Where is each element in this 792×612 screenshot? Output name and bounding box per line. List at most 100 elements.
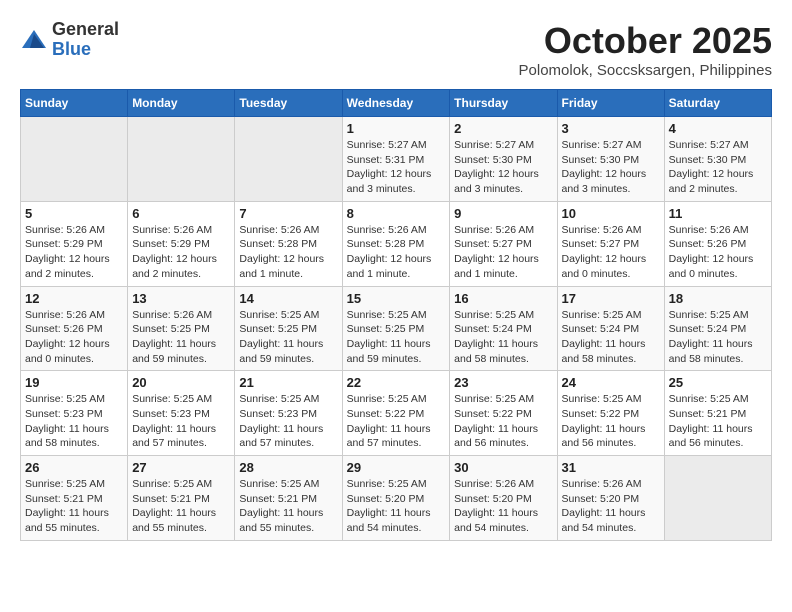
calendar-cell: 26 Sunrise: 5:25 AM Sunset: 5:21 PM Dayli… bbox=[21, 456, 128, 541]
col-sunday: Sunday bbox=[21, 90, 128, 117]
calendar-cell: 12 Sunrise: 5:26 AM Sunset: 5:26 PM Dayli… bbox=[21, 286, 128, 371]
day-info: Sunrise: 5:25 AM Sunset: 5:22 PM Dayligh… bbox=[562, 392, 660, 451]
logo-text: General Blue bbox=[52, 20, 119, 60]
calendar-cell: 14 Sunrise: 5:25 AM Sunset: 5:25 PM Dayli… bbox=[235, 286, 342, 371]
day-info: Sunrise: 5:25 AM Sunset: 5:21 PM Dayligh… bbox=[132, 477, 230, 536]
day-info: Sunrise: 5:26 AM Sunset: 5:20 PM Dayligh… bbox=[562, 477, 660, 536]
calendar-cell: 10 Sunrise: 5:26 AM Sunset: 5:27 PM Dayli… bbox=[557, 201, 664, 286]
calendar-cell: 29 Sunrise: 5:25 AM Sunset: 5:20 PM Dayli… bbox=[342, 456, 450, 541]
calendar-cell: 2Sunrise: 5:27 AM Sunset: 5:30 PM Daylig… bbox=[450, 117, 557, 202]
day-info: Sunrise: 5:25 AM Sunset: 5:21 PM Dayligh… bbox=[25, 477, 123, 536]
calendar-cell: 7Sunrise: 5:26 AM Sunset: 5:28 PM Daylig… bbox=[235, 201, 342, 286]
calendar-body: 1 Sunrise: 5:27 AM Sunset: 5:31 PM Daylig… bbox=[21, 117, 772, 541]
day-number: 22 bbox=[347, 375, 446, 390]
col-saturday: Saturday bbox=[664, 90, 771, 117]
day-info: Sunrise: 5:25 AM Sunset: 5:23 PM Dayligh… bbox=[239, 392, 337, 451]
calendar-cell: 30 Sunrise: 5:26 AM Sunset: 5:20 PM Dayli… bbox=[450, 456, 557, 541]
day-number: 14 bbox=[239, 291, 337, 306]
day-number: 5 bbox=[25, 206, 123, 221]
calendar-cell: 5 Sunrise: 5:26 AM Sunset: 5:29 PM Daylig… bbox=[21, 201, 128, 286]
day-number: 18 bbox=[669, 291, 767, 306]
calendar-week-3: 19 Sunrise: 5:25 AM Sunset: 5:23 PM Dayli… bbox=[21, 371, 772, 456]
day-number: 11 bbox=[669, 206, 767, 221]
day-number: 27 bbox=[132, 460, 230, 475]
day-info: Sunrise: 5:26 AM Sunset: 5:25 PM Dayligh… bbox=[132, 308, 230, 367]
page-header: General Blue October 2025 Polomolok, Soc… bbox=[20, 20, 772, 79]
calendar-cell: 3 Sunrise: 5:27 AM Sunset: 5:30 PM Daylig… bbox=[557, 117, 664, 202]
col-thursday: Thursday bbox=[450, 90, 557, 117]
calendar-cell: 20 Sunrise: 5:25 AM Sunset: 5:23 PM Dayli… bbox=[128, 371, 235, 456]
title-block: October 2025 Polomolok, Soccsksargen, Ph… bbox=[519, 20, 772, 79]
logo-blue: Blue bbox=[52, 39, 91, 59]
calendar-cell: 9 Sunrise: 5:26 AM Sunset: 5:27 PM Daylig… bbox=[450, 201, 557, 286]
day-info: Sunrise: 5:26 AM Sunset: 5:27 PM Dayligh… bbox=[454, 223, 552, 282]
day-info: Sunrise: 5:26 AM Sunset: 5:28 PM Dayligh… bbox=[347, 223, 446, 282]
day-number: 17 bbox=[562, 291, 660, 306]
day-number: 19 bbox=[25, 375, 123, 390]
day-info: Sunrise: 5:27 AM Sunset: 5:30 PM Dayligh… bbox=[454, 138, 552, 197]
day-number: 9 bbox=[454, 206, 552, 221]
day-info: Sunrise: 5:25 AM Sunset: 5:25 PM Dayligh… bbox=[239, 308, 337, 367]
day-number: 26 bbox=[25, 460, 123, 475]
day-number: 20 bbox=[132, 375, 230, 390]
day-number: 25 bbox=[669, 375, 767, 390]
logo-icon bbox=[20, 26, 48, 54]
logo-general: General bbox=[52, 19, 119, 39]
day-number: 21 bbox=[239, 375, 337, 390]
day-info: Sunrise: 5:26 AM Sunset: 5:29 PM Dayligh… bbox=[25, 223, 123, 282]
day-number: 1 bbox=[347, 121, 446, 136]
day-number: 4 bbox=[669, 121, 767, 136]
calendar-week-1: 5 Sunrise: 5:26 AM Sunset: 5:29 PM Daylig… bbox=[21, 201, 772, 286]
day-info: Sunrise: 5:25 AM Sunset: 5:20 PM Dayligh… bbox=[347, 477, 446, 536]
day-info: Sunrise: 5:25 AM Sunset: 5:23 PM Dayligh… bbox=[132, 392, 230, 451]
day-number: 28 bbox=[239, 460, 337, 475]
day-number: 24 bbox=[562, 375, 660, 390]
day-number: 13 bbox=[132, 291, 230, 306]
calendar-cell: 17 Sunrise: 5:25 AM Sunset: 5:24 PM Dayli… bbox=[557, 286, 664, 371]
calendar-cell: 22 Sunrise: 5:25 AM Sunset: 5:22 PM Dayli… bbox=[342, 371, 450, 456]
day-info: Sunrise: 5:26 AM Sunset: 5:26 PM Dayligh… bbox=[25, 308, 123, 367]
calendar-cell: 11 Sunrise: 5:26 AM Sunset: 5:26 PM Dayli… bbox=[664, 201, 771, 286]
day-number: 29 bbox=[347, 460, 446, 475]
day-number: 8 bbox=[347, 206, 446, 221]
day-info: Sunrise: 5:25 AM Sunset: 5:22 PM Dayligh… bbox=[454, 392, 552, 451]
day-info: Sunrise: 5:26 AM Sunset: 5:28 PM Dayligh… bbox=[239, 223, 337, 282]
calendar-cell: 21 Sunrise: 5:25 AM Sunset: 5:23 PM Dayli… bbox=[235, 371, 342, 456]
day-info: Sunrise: 5:26 AM Sunset: 5:27 PM Dayligh… bbox=[562, 223, 660, 282]
day-info: Sunrise: 5:25 AM Sunset: 5:21 PM Dayligh… bbox=[669, 392, 767, 451]
calendar-cell: 15Sunrise: 5:25 AM Sunset: 5:25 PM Dayli… bbox=[342, 286, 450, 371]
day-info: Sunrise: 5:26 AM Sunset: 5:29 PM Dayligh… bbox=[132, 223, 230, 282]
calendar-cell: 19Sunrise: 5:25 AM Sunset: 5:23 PM Dayli… bbox=[21, 371, 128, 456]
calendar-cell bbox=[664, 456, 771, 541]
day-info: Sunrise: 5:27 AM Sunset: 5:31 PM Dayligh… bbox=[347, 138, 446, 197]
day-number: 31 bbox=[562, 460, 660, 475]
calendar-cell: 27 Sunrise: 5:25 AM Sunset: 5:21 PM Dayli… bbox=[128, 456, 235, 541]
calendar-cell: 6 Sunrise: 5:26 AM Sunset: 5:29 PM Daylig… bbox=[128, 201, 235, 286]
day-number: 15 bbox=[347, 291, 446, 306]
calendar-cell: 13 Sunrise: 5:26 AM Sunset: 5:25 PM Dayli… bbox=[128, 286, 235, 371]
calendar-cell: 1 Sunrise: 5:27 AM Sunset: 5:31 PM Daylig… bbox=[342, 117, 450, 202]
day-number: 6 bbox=[132, 206, 230, 221]
calendar-cell: 25 Sunrise: 5:25 AM Sunset: 5:21 PM Dayli… bbox=[664, 371, 771, 456]
day-info: Sunrise: 5:25 AM Sunset: 5:22 PM Dayligh… bbox=[347, 392, 446, 451]
calendar-cell: 16Sunrise: 5:25 AM Sunset: 5:24 PM Dayli… bbox=[450, 286, 557, 371]
day-info: Sunrise: 5:25 AM Sunset: 5:24 PM Dayligh… bbox=[454, 308, 552, 367]
day-info: Sunrise: 5:27 AM Sunset: 5:30 PM Dayligh… bbox=[669, 138, 767, 197]
location: Polomolok, Soccsksargen, Philippines bbox=[519, 62, 772, 79]
day-info: Sunrise: 5:27 AM Sunset: 5:30 PM Dayligh… bbox=[562, 138, 660, 197]
col-friday: Friday bbox=[557, 90, 664, 117]
day-info: Sunrise: 5:26 AM Sunset: 5:20 PM Dayligh… bbox=[454, 477, 552, 536]
calendar-cell: 31 Sunrise: 5:26 AM Sunset: 5:20 PM Dayli… bbox=[557, 456, 664, 541]
day-number: 30 bbox=[454, 460, 552, 475]
calendar-cell bbox=[235, 117, 342, 202]
day-info: Sunrise: 5:25 AM Sunset: 5:24 PM Dayligh… bbox=[669, 308, 767, 367]
day-number: 10 bbox=[562, 206, 660, 221]
col-monday: Monday bbox=[128, 90, 235, 117]
calendar-cell: 23Sunrise: 5:25 AM Sunset: 5:22 PM Dayli… bbox=[450, 371, 557, 456]
day-info: Sunrise: 5:26 AM Sunset: 5:26 PM Dayligh… bbox=[669, 223, 767, 282]
col-tuesday: Tuesday bbox=[235, 90, 342, 117]
day-number: 3 bbox=[562, 121, 660, 136]
day-info: Sunrise: 5:25 AM Sunset: 5:24 PM Dayligh… bbox=[562, 308, 660, 367]
day-number: 12 bbox=[25, 291, 123, 306]
day-info: Sunrise: 5:25 AM Sunset: 5:21 PM Dayligh… bbox=[239, 477, 337, 536]
